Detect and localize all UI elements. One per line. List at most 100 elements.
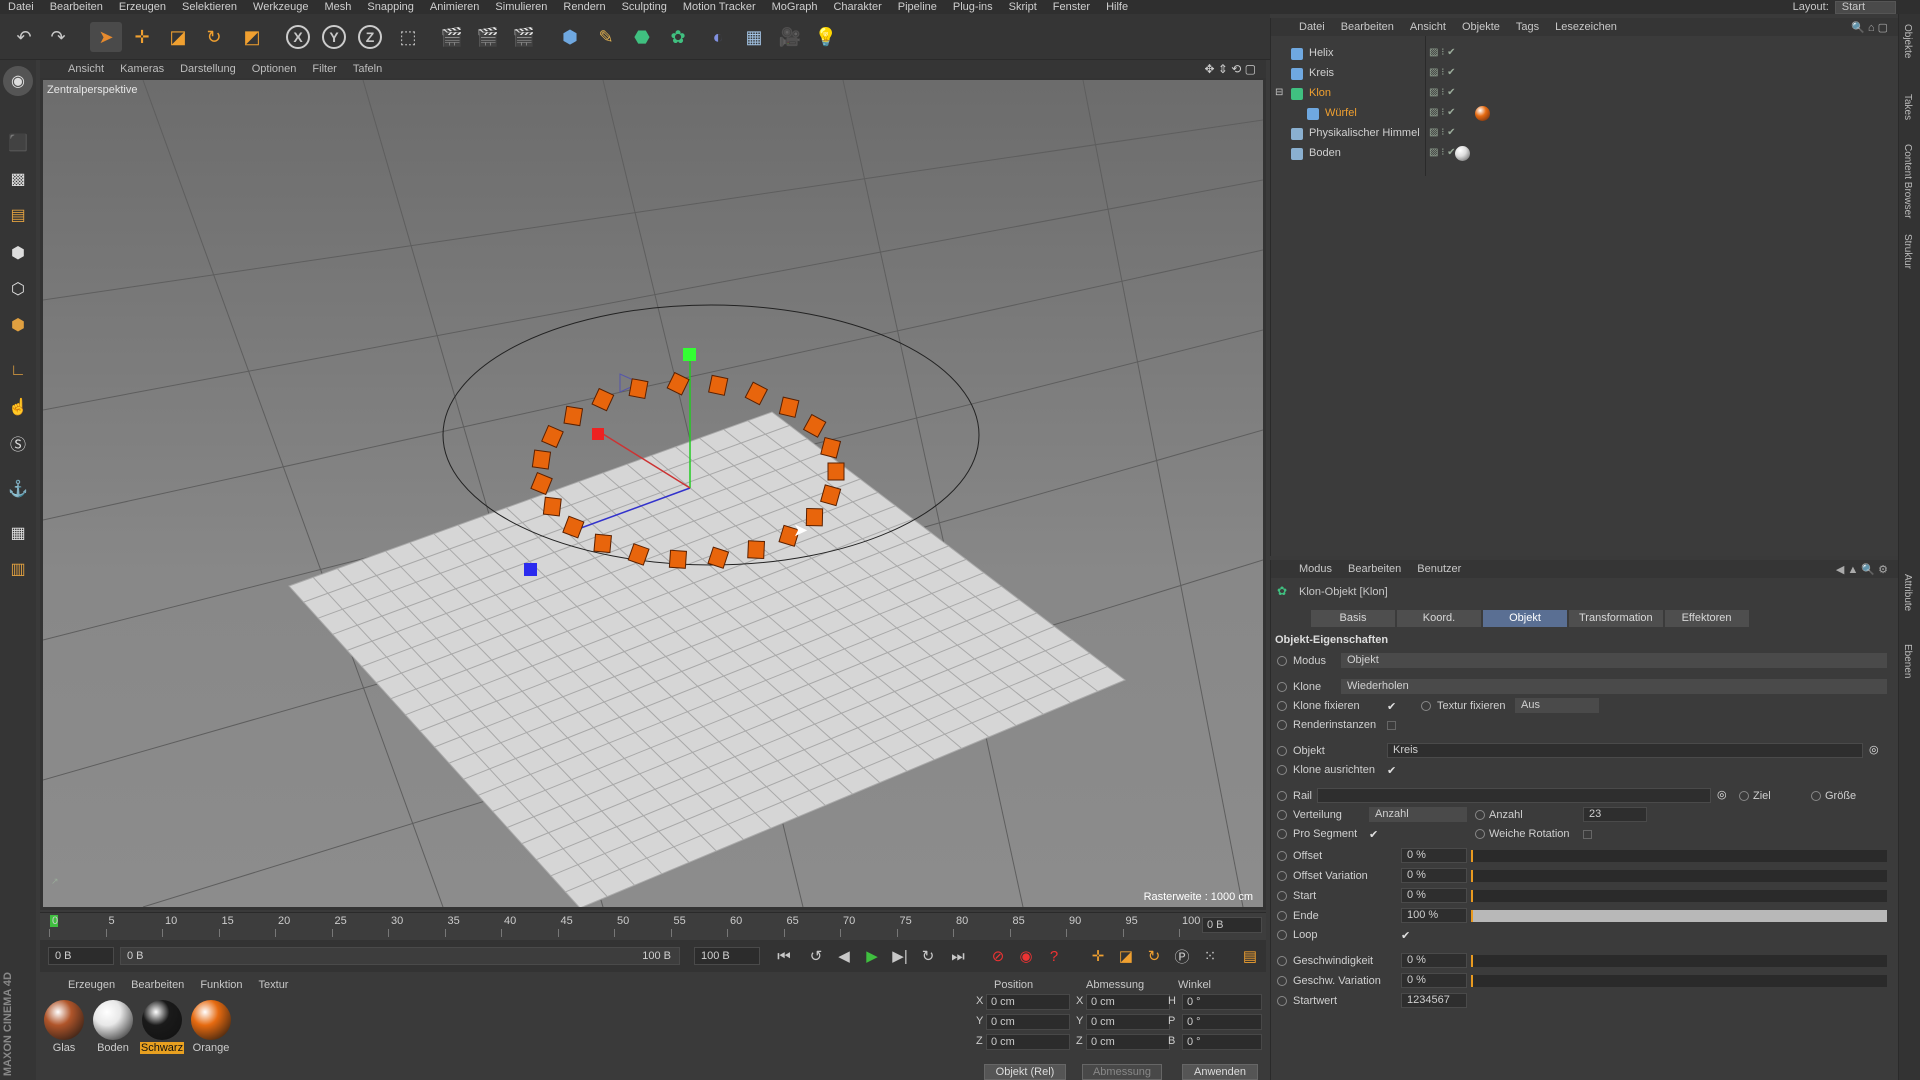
visibility-toggle-icon[interactable]: ▨ ⁝ ✔	[1429, 107, 1456, 118]
size-field[interactable]: 0 cm	[1086, 1034, 1170, 1050]
select-arrow-icon[interactable]: ➤	[90, 22, 122, 52]
object-row[interactable]: Helix ▨ ⁝ ✔	[1271, 44, 1899, 64]
texture-mode-icon[interactable]: ▩	[3, 164, 33, 194]
make-editable-icon[interactable]: ◉	[3, 66, 33, 96]
material-tag-icon[interactable]	[1455, 146, 1470, 161]
rail-anim-icon[interactable]	[1277, 791, 1287, 801]
param-slider[interactable]	[1471, 975, 1887, 987]
menu-item-11[interactable]: Motion Tracker	[675, 1, 764, 13]
klone-ausrichten-checkbox[interactable]: ✔	[1387, 764, 1396, 777]
camera-icon[interactable]: 🎥	[774, 22, 806, 52]
light-icon[interactable]: 💡	[810, 22, 842, 52]
weiche-rotation-checkbox[interactable]	[1583, 830, 1592, 839]
y-axis-icon[interactable]: Y	[318, 22, 350, 52]
material-swatch[interactable]: Glas	[42, 1000, 86, 1060]
textur-fixieren-anim-icon[interactable]	[1421, 701, 1431, 711]
object-menu-item[interactable]: Datei	[1291, 21, 1333, 33]
coord-system-icon[interactable]: ⬚	[392, 22, 424, 52]
param-anim-icon[interactable]	[1277, 956, 1287, 966]
param-anim-icon[interactable]	[1277, 976, 1287, 986]
side-tab[interactable]: Attribute	[1902, 574, 1913, 611]
object-row[interactable]: Physikalischer Himmel ▨ ⁝ ✔	[1271, 124, 1899, 144]
param-slider-knob[interactable]	[1471, 870, 1473, 882]
loop-anim-icon[interactable]	[1277, 930, 1287, 940]
param-field[interactable]: 0 %	[1401, 953, 1467, 968]
coord-mode-select[interactable]: Objekt (Rel)	[984, 1064, 1066, 1080]
pos-field[interactable]: 0 cm	[986, 1034, 1070, 1050]
object-menu-item[interactable]: Lesezeichen	[1547, 21, 1625, 33]
subdivision-icon[interactable]: ⬣	[626, 22, 658, 52]
redo-icon[interactable]: ↷	[42, 22, 74, 52]
pos-field[interactable]: 0 cm	[986, 994, 1070, 1010]
attribute-tab[interactable]: Koord.	[1397, 610, 1481, 627]
pick-object-icon[interactable]: ◎	[1869, 743, 1879, 756]
current-frame-field[interactable]: 0 B	[1202, 917, 1262, 933]
param-slider[interactable]	[1471, 910, 1887, 922]
tweak-mode-icon[interactable]: ☝	[3, 392, 33, 422]
key-rotation-icon[interactable]: ↻	[1142, 945, 1166, 967]
angle-field[interactable]: 0 °	[1182, 994, 1262, 1010]
x-axis-cap-icon[interactable]	[592, 428, 604, 440]
material-menu-item[interactable]: Erzeugen	[60, 979, 123, 991]
menu-item-18[interactable]: Hilfe	[1098, 1, 1136, 13]
goto-start-icon[interactable]: ⏮	[772, 945, 796, 967]
start-frame-field[interactable]: 0 B	[48, 947, 114, 965]
polygons-mode-icon[interactable]: ⬢	[3, 310, 33, 340]
size-field[interactable]: 0 cm	[1086, 994, 1170, 1010]
angle-field[interactable]: 0 °	[1182, 1034, 1262, 1050]
material-swatch[interactable]: Schwarz	[140, 1000, 184, 1060]
edges-mode-icon[interactable]: ⬡	[3, 274, 33, 304]
scale-icon[interactable]: ◪	[162, 22, 194, 52]
key-position-icon[interactable]: ✛	[1086, 945, 1110, 967]
auto-key-icon[interactable]: ◉	[1014, 945, 1038, 967]
ziel-anim-icon[interactable]	[1739, 791, 1749, 801]
planar-workplane-icon[interactable]: ▦	[3, 518, 33, 548]
objekt-link-field[interactable]: Kreis	[1387, 743, 1863, 758]
visibility-toggle-icon[interactable]: ▨ ⁝ ✔	[1429, 127, 1456, 138]
verteilung-anim-icon[interactable]	[1277, 810, 1287, 820]
side-tab[interactable]: Struktur	[1902, 234, 1913, 269]
param-slider-knob[interactable]	[1471, 890, 1473, 902]
axis-mode-icon[interactable]: ∟	[3, 356, 33, 386]
param-field[interactable]: 0 %	[1401, 868, 1467, 883]
attribute-menu-item[interactable]: Bearbeiten	[1340, 563, 1409, 575]
pos-field[interactable]: 0 cm	[986, 1014, 1070, 1030]
visibility-toggle-icon[interactable]: ▨ ⁝ ✔	[1429, 47, 1456, 58]
cube-icon[interactable]: ⬢	[554, 22, 586, 52]
pen-icon[interactable]: ✎	[590, 22, 622, 52]
rail-pick-icon[interactable]: ◎	[1717, 788, 1727, 801]
viewport-3d[interactable]: Zentralperspektive ↗ Rasterweite : 1000 …	[43, 80, 1263, 907]
object-row[interactable]: Kreis ▨ ⁝ ✔	[1271, 64, 1899, 84]
klone-ausrichten-anim-icon[interactable]	[1277, 765, 1287, 775]
menu-item-1[interactable]: Bearbeiten	[42, 1, 111, 13]
floor-icon[interactable]: ▦	[738, 22, 770, 52]
object-menu-item[interactable]: Bearbeiten	[1333, 21, 1402, 33]
object-manager-tools-icon[interactable]: 🔍 ⌂ ▢	[1851, 21, 1888, 34]
verteilung-select[interactable]: Anzahl	[1369, 807, 1467, 822]
material-swatch[interactable]: Orange	[189, 1000, 233, 1060]
timeline[interactable]: 0 B 0 5 10 15 20 25 30 35 40 45 50 55 60 65 70 75 80 85 90…	[40, 912, 1266, 940]
menu-item-12[interactable]: MoGraph	[764, 1, 826, 13]
cloner-icon[interactable]: ✿	[662, 22, 694, 52]
menu-item-13[interactable]: Charakter	[825, 1, 889, 13]
play-icon[interactable]: ▶	[860, 945, 884, 967]
deformer-icon[interactable]: ◐	[702, 22, 734, 52]
menu-item-17[interactable]: Fenster	[1045, 1, 1098, 13]
pro-segment-anim-icon[interactable]	[1277, 829, 1287, 839]
param-slider-knob[interactable]	[1471, 910, 1473, 922]
param-anim-icon[interactable]	[1277, 871, 1287, 881]
object-row[interactable]: Boden ▨ ⁝ ✔	[1271, 144, 1899, 164]
pro-segment-checkbox[interactable]: ✔	[1369, 828, 1378, 841]
model-mode-icon[interactable]: ⬛	[3, 128, 33, 158]
viewport-menu-item[interactable]: Ansicht	[60, 63, 112, 75]
param-field[interactable]: 0 %	[1401, 973, 1467, 988]
param-slider[interactable]	[1471, 850, 1887, 862]
param-field[interactable]: 1234567	[1401, 993, 1467, 1008]
x-axis-icon[interactable]: X	[282, 22, 314, 52]
anzahl-anim-icon[interactable]	[1475, 810, 1485, 820]
visibility-toggle-icon[interactable]: ▨ ⁝ ✔	[1429, 147, 1456, 158]
param-anim-icon[interactable]	[1277, 851, 1287, 861]
y-axis-cap-icon[interactable]	[683, 348, 696, 361]
objekt-anim-icon[interactable]	[1277, 746, 1287, 756]
side-tab[interactable]: Content Browser	[1902, 144, 1913, 218]
